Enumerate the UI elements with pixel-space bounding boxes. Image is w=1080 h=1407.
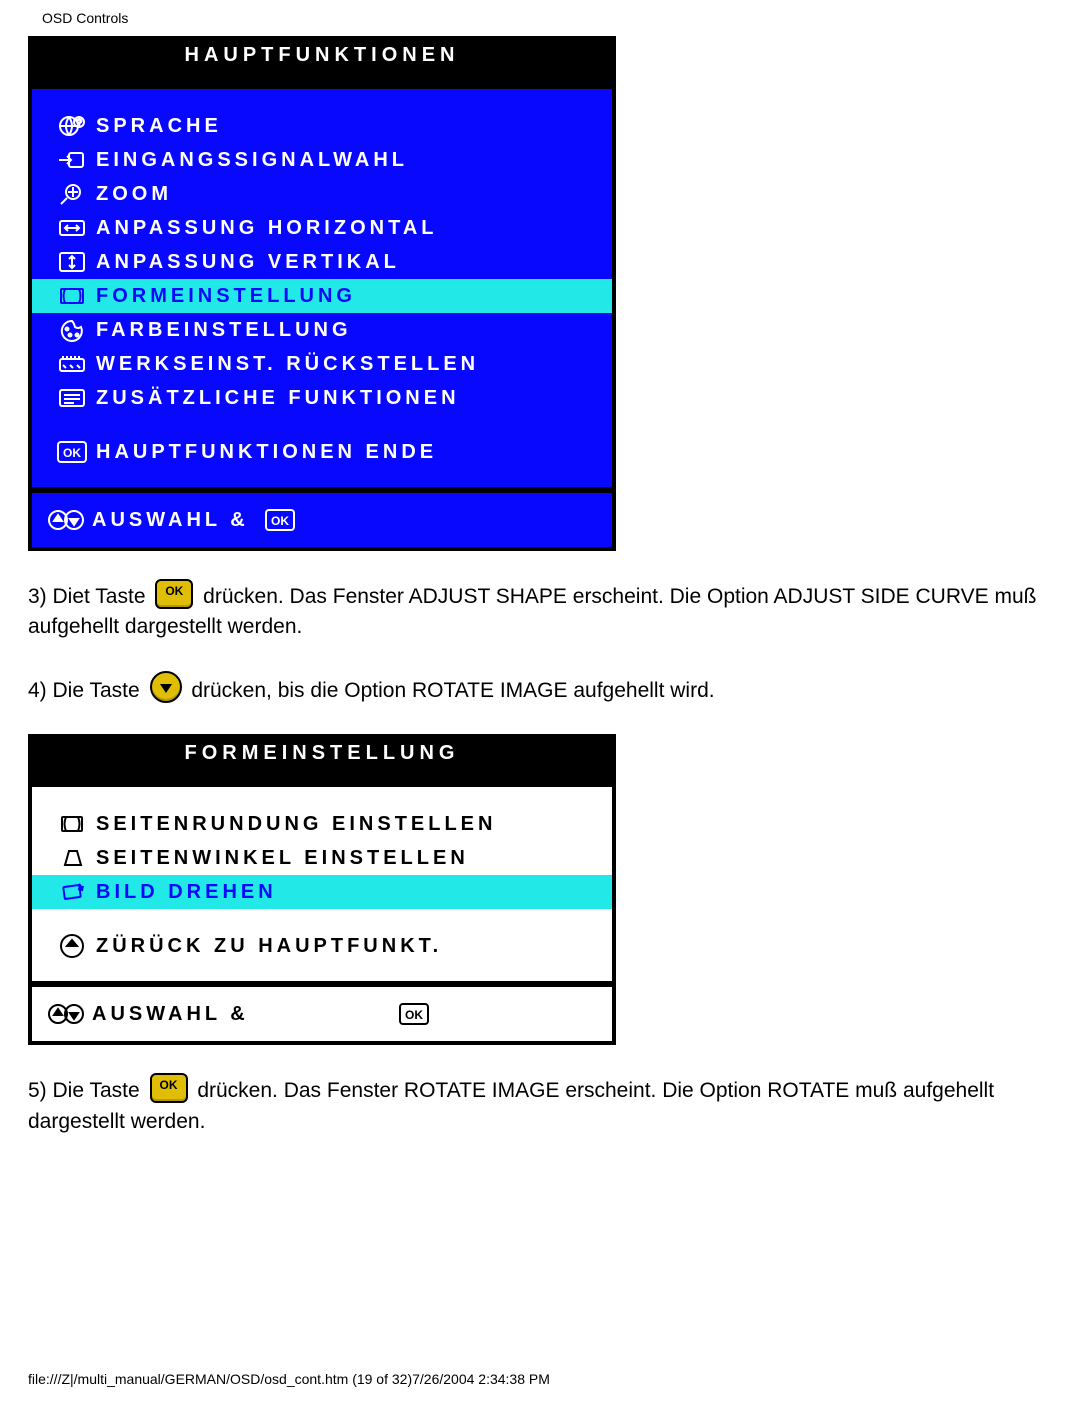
horiz-icon xyxy=(48,215,96,241)
osd-body: ? SPRACHE EINGANGSSIGNALWAHL ZOOM ANPASSUNG … xyxy=(32,89,612,487)
osd-footer-label: AUSWAHL & xyxy=(92,1003,249,1026)
menu-close-item[interactable]: OK HAUPTFUNKTIONEN ENDE xyxy=(32,435,612,469)
svg-text:OK: OK xyxy=(271,514,289,528)
step-5-text: 5) Die Taste drücken. Das Fenster ROTATE… xyxy=(28,1073,1052,1137)
step-3-text: 3) Diet Taste drücken. Das Fenster ADJUS… xyxy=(28,579,1052,643)
menu-item-label: FARBEINSTELLUNG xyxy=(96,319,352,342)
vert-icon xyxy=(48,249,96,275)
menu-item[interactable]: ZUSÄTZLICHE FUNKTIONEN xyxy=(32,381,612,415)
osd-footer-label: AUSWAHL & xyxy=(92,509,249,532)
input-icon xyxy=(48,147,96,173)
menu-item[interactable]: SEITENWINKEL EINSTELLEN xyxy=(32,841,612,875)
menu-item-label: SEITENRUNDUNG EINSTELLEN xyxy=(96,813,496,836)
globe-icon: ? xyxy=(48,113,96,139)
step-4-text: 4) Die Taste drücken, bis die Option ROT… xyxy=(28,671,1052,706)
osd-header: HAUPTFUNKTIONEN xyxy=(32,40,612,89)
shape-icon xyxy=(48,283,96,309)
up-down-icon xyxy=(48,1002,84,1026)
menu-item[interactable]: ZOOM xyxy=(32,177,612,211)
menu-item[interactable]: FORMEINSTELLUNG xyxy=(32,279,612,313)
ok-icon: OK xyxy=(48,441,96,463)
ok-button-icon xyxy=(150,1073,188,1103)
menu-item-label: EINGANGSSIGNALWAHL xyxy=(96,149,408,172)
ok-button-icon xyxy=(155,579,193,609)
up-down-icon xyxy=(48,508,84,532)
color-icon xyxy=(48,317,96,343)
page-title: OSD Controls xyxy=(42,10,1052,26)
menu-item[interactable]: FARBEINSTELLUNG xyxy=(32,313,612,347)
menu-item[interactable]: EINGANGSSIGNALWAHL xyxy=(32,143,612,177)
menu-item-label: ZOOM xyxy=(96,183,172,206)
menu-item[interactable]: BILD DREHEN xyxy=(32,875,612,909)
back-icon xyxy=(48,933,96,959)
menu-item-label: FORMEINSTELLUNG xyxy=(96,285,356,308)
menu-item-label: ZÜRÜCK ZU HAUPTFUNKT. xyxy=(96,935,442,958)
osd-main-menu: HAUPTFUNKTIONEN ? SPRACHE EINGANGSSIGNALWA… xyxy=(28,36,616,551)
svg-text:OK: OK xyxy=(405,1008,423,1022)
menu-item-label: ANPASSUNG HORIZONTAL xyxy=(96,217,437,240)
menu-item-label: SPRACHE xyxy=(96,115,222,138)
angle-icon xyxy=(48,845,96,871)
reset-icon xyxy=(48,351,96,377)
menu-item-label: ANPASSUNG VERTIKAL xyxy=(96,251,400,274)
rotate-icon xyxy=(48,879,96,905)
osd-header: FORMEINSTELLUNG xyxy=(32,738,612,787)
menu-close-item[interactable]: ZÜRÜCK ZU HAUPTFUNKT. xyxy=(32,929,612,963)
zoom-icon xyxy=(48,181,96,207)
svg-text:?: ? xyxy=(76,118,82,129)
down-button-icon xyxy=(150,671,182,703)
ok-icon: OK xyxy=(399,1003,429,1025)
menu-item[interactable]: ? SPRACHE xyxy=(32,109,612,143)
extra-icon xyxy=(48,385,96,411)
curve-icon xyxy=(48,811,96,837)
osd-shape-menu: FORMEINSTELLUNG SEITENRUNDUNG EINSTELLEN… xyxy=(28,734,616,1045)
osd-body: SEITENRUNDUNG EINSTELLEN SEITENWINKEL EIN… xyxy=(32,787,612,981)
menu-item[interactable]: WERKSEINST. RÜCKSTELLEN xyxy=(32,347,612,381)
menu-item[interactable]: ANPASSUNG HORIZONTAL xyxy=(32,211,612,245)
menu-item[interactable]: SEITENRUNDUNG EINSTELLEN xyxy=(32,807,612,841)
menu-item-label: ZUSÄTZLICHE FUNKTIONEN xyxy=(96,387,460,410)
menu-item-label: WERKSEINST. RÜCKSTELLEN xyxy=(96,353,479,376)
page-footer-path: file:///Z|/multi_manual/GERMAN/OSD/osd_c… xyxy=(28,1371,550,1387)
menu-item-label: SEITENWINKEL EINSTELLEN xyxy=(96,847,469,870)
osd-footer: AUSWAHL & OK xyxy=(32,987,612,1041)
menu-item-label: BILD DREHEN xyxy=(96,881,277,904)
menu-item[interactable]: ANPASSUNG VERTIKAL xyxy=(32,245,612,279)
svg-text:OK: OK xyxy=(63,446,81,460)
osd-footer: AUSWAHL & OK xyxy=(32,493,612,547)
ok-icon: OK xyxy=(265,509,295,531)
menu-item-label: HAUPTFUNKTIONEN ENDE xyxy=(96,441,437,464)
